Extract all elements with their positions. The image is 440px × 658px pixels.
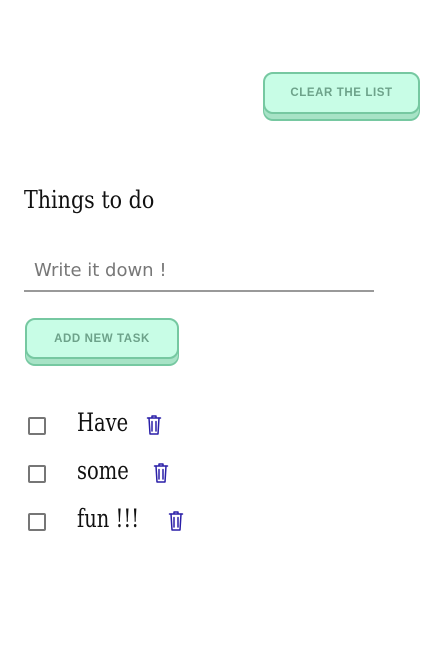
list-item: some	[0, 454, 440, 502]
clear-list-button[interactable]: Clear the list	[263, 72, 420, 114]
trash-icon[interactable]	[153, 462, 169, 484]
add-task-button[interactable]: Add new task	[25, 318, 179, 359]
task-text: some	[77, 456, 129, 485]
task-list: Have some fun !!!	[0, 406, 440, 550]
task-checkbox[interactable]	[28, 513, 46, 531]
list-item: fun !!!	[0, 502, 440, 550]
page-title: Things to do	[24, 186, 155, 214]
trash-icon[interactable]	[168, 510, 184, 532]
list-item: Have	[0, 406, 440, 454]
task-checkbox[interactable]	[28, 465, 46, 483]
task-checkbox[interactable]	[28, 417, 46, 435]
trash-icon[interactable]	[146, 414, 162, 436]
task-text: Have	[77, 408, 129, 437]
task-input[interactable]	[24, 252, 374, 292]
task-text: fun !!!	[77, 504, 140, 533]
